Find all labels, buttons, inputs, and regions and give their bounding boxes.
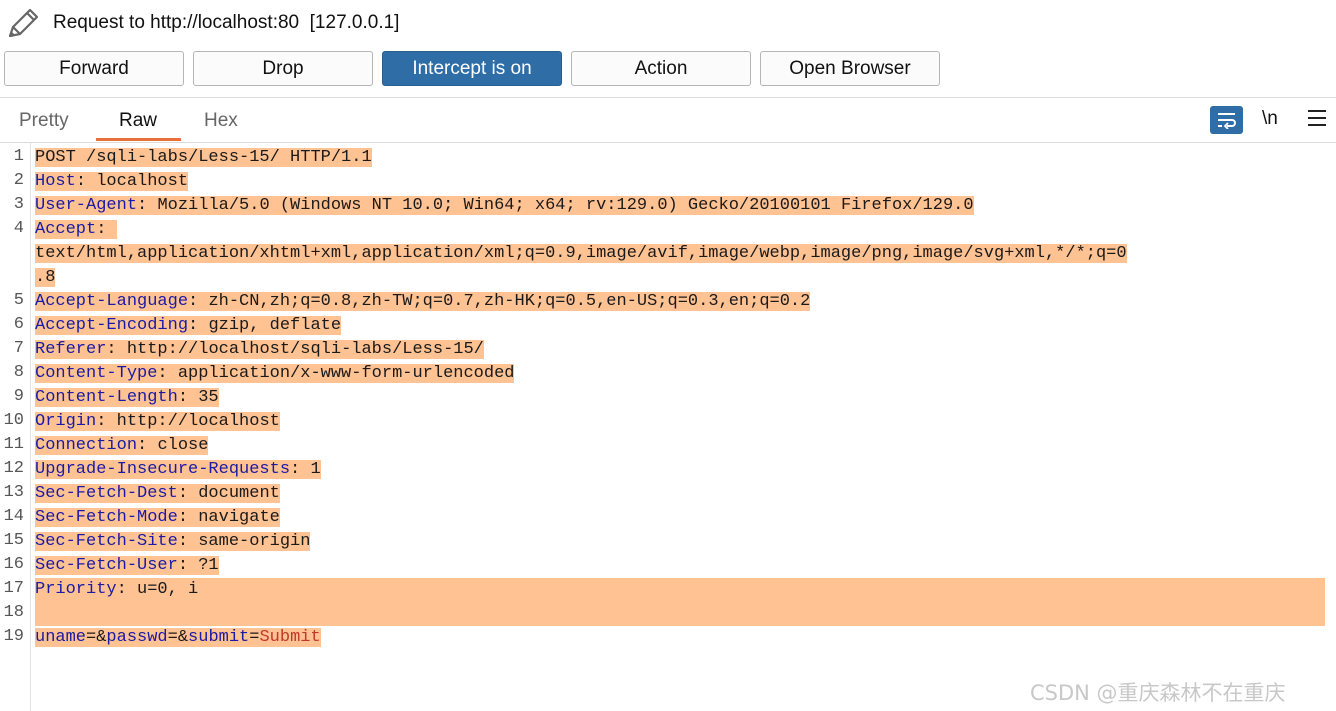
param-name: passwd [106,628,168,647]
header-line: Content-Type: application/x-www-form-url… [35,364,515,383]
param-value: Submit [259,628,321,647]
line-number: 1 [13,147,24,166]
header-line: Priority: u=0, i [35,580,199,599]
header-value: zh-CN,zh;q=0.8,zh-TW;q=0.7,zh-HK;q=0.5,e… [208,292,811,311]
header-value: localhost [96,172,189,191]
selection-highlight [35,578,1325,626]
intercept-toolbar: Forward Drop Intercept is on Action Open… [0,46,1336,96]
gutter-divider [30,143,31,711]
tab-pretty[interactable]: Pretty [19,110,69,132]
header-line: Host: localhost [35,172,189,191]
line-number: 11 [3,435,24,454]
header-name: Referer [35,340,107,359]
header-line: Accept: [35,220,117,239]
header-name: Accept-Encoding [35,316,189,335]
word-wrap-icon[interactable] [1210,106,1243,134]
header-line: Accept-Encoding: gzip, deflate [35,316,342,335]
param-name: submit [188,628,250,647]
line-number: 14 [3,507,24,526]
pencil-icon [8,8,39,38]
tab-hex[interactable]: Hex [204,110,238,132]
header-line: Referer: http://localhost/sqli-labs/Less… [35,340,484,359]
title-bar: Request to http://localhost:80 [127.0.0.… [0,0,1336,46]
accept-value-line-1: text/html,application/xhtml+xml,applicat… [35,244,1127,263]
header-line: Sec-Fetch-User: ?1 [35,556,219,575]
header-value: 1 [310,460,321,479]
header-name: Priority [35,580,117,599]
action-button[interactable]: Action [571,51,751,86]
header-value: gzip, deflate [208,316,342,335]
header-value: 35 [198,388,219,407]
hamburger-menu-icon[interactable] [1308,110,1326,126]
line-number: 2 [13,171,24,190]
param-name: uname [35,628,87,647]
header-value: http://localhost/sqli-labs/Less-15/ [126,340,484,359]
request-body: uname=&passwd=&submit=Submit [35,628,321,647]
line-number: 18 [3,603,24,622]
header-line: Accept-Language: zh-CN,zh;q=0.8,zh-TW;q=… [35,292,811,311]
header-value: u=0, i [137,580,199,599]
line-number: 12 [3,459,24,478]
header-value: application/x-www-form-urlencoded [177,364,515,383]
header-name: Accept [35,220,97,239]
header-value: ?1 [198,556,219,575]
header-name: Content-Type [35,364,158,383]
line-number: 19 [3,627,24,646]
forward-button[interactable]: Forward [4,51,184,86]
header-name: Connection [35,436,138,455]
header-value: close [157,436,209,455]
header-name: Content-Length [35,388,178,407]
line-number: 9 [13,387,24,406]
line-number: 10 [3,411,24,430]
accept-value-line-2: .8 [35,268,56,287]
header-name: Sec-Fetch-Site [35,532,178,551]
open-browser-button[interactable]: Open Browser [760,51,940,86]
header-value: document [198,484,280,503]
line-number: 5 [13,291,24,310]
request-line: POST /sqli-labs/Less-15/ HTTP/1.1 [35,146,372,170]
tab-raw[interactable]: Raw [119,110,157,132]
header-line: Sec-Fetch-Site: same-origin [35,532,311,551]
request-title: Request to http://localhost:80 [127.0.0.… [53,12,400,33]
show-newlines-icon[interactable]: \n [1262,108,1278,130]
line-number: 17 [3,579,24,598]
header-line: Upgrade-Insecure-Requests: 1 [35,460,321,479]
line-number: 16 [3,555,24,574]
intercept-toggle-button[interactable]: Intercept is on [382,51,562,86]
header-line: User-Agent: Mozilla/5.0 (Windows NT 10.0… [35,196,974,215]
header-name: Sec-Fetch-Mode [35,508,178,527]
header-line: Connection: close [35,436,209,455]
header-name: Accept-Language [35,292,189,311]
line-number: 8 [13,363,24,382]
header-value: http://localhost [116,412,280,431]
watermark: CSDN @重庆森林不在重庆 [1030,681,1286,705]
raw-request-editor[interactable]: 1 POST /sqli-labs/Less-15/ HTTP/1.1 text… [0,143,1336,711]
header-line: Origin: http://localhost [35,412,280,431]
view-tabs: Pretty Raw Hex [0,98,1336,142]
line-number: 6 [13,315,24,334]
active-tab-indicator [96,138,181,141]
line-number: 13 [3,483,24,502]
drop-button[interactable]: Drop [193,51,373,86]
header-value: same-origin [198,532,311,551]
header-line: Sec-Fetch-Dest: document [35,484,280,503]
line-number: 4 [13,219,24,238]
header-name: Host [35,172,76,191]
header-name: User-Agent [35,196,138,215]
request-line-text: POST /sqli-labs/Less-15/ HTTP/1.1 [35,148,372,167]
header-value: Mozilla/5.0 (Windows NT 10.0; Win64; x64… [157,196,974,215]
line-number: 7 [13,339,24,358]
header-name: Sec-Fetch-Dest [35,484,178,503]
header-line: Sec-Fetch-Mode: navigate [35,508,280,527]
header-line: Content-Length: 35 [35,388,219,407]
line-number: 15 [3,531,24,550]
header-name: Upgrade-Insecure-Requests [35,460,291,479]
header-value: navigate [198,508,280,527]
header-name: Sec-Fetch-User [35,556,178,575]
header-name: Origin [35,412,97,431]
line-number: 3 [13,195,24,214]
